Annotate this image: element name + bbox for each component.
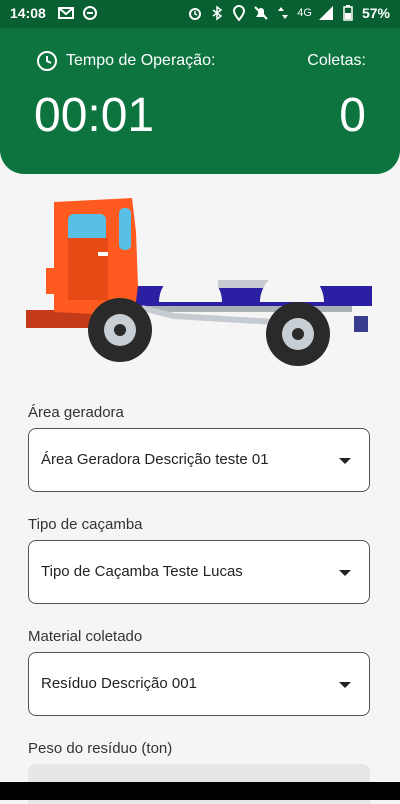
header-panel: 14:08 4G 57% Tempo de Operação: Coletas:… (0, 0, 400, 174)
tipo-cacamba-value: Tipo de Caçamba Teste Lucas (41, 563, 243, 580)
peso-residuo-label: Peso do resíduo (ton) (28, 740, 173, 757)
chevron-down-icon (339, 458, 351, 464)
network-type: 4G (297, 7, 312, 19)
app-notification-icon (83, 6, 97, 20)
chevron-down-icon (339, 682, 351, 688)
tipo-cacamba-select[interactable]: Tipo de Caçamba Teste Lucas (28, 540, 370, 604)
tipo-cacamba-label: Tipo de caçamba (28, 516, 143, 533)
system-nav-bar (0, 782, 400, 800)
operation-time-value: 00:01 (34, 89, 155, 142)
coletas-value: 0 (339, 89, 366, 142)
coletas-label: Coletas: (307, 52, 366, 69)
alarm-icon (189, 8, 202, 20)
material-coletado-value: Resíduo Descrição 001 (41, 675, 197, 692)
status-bar: 14:08 4G 57% (0, 0, 400, 28)
status-time: 14:08 (10, 5, 46, 21)
area-geradora-select[interactable]: Área Geradora Descrição teste 01 (28, 428, 370, 492)
chevron-down-icon (339, 570, 351, 576)
battery-icon (343, 5, 353, 21)
signal-icon (318, 6, 333, 20)
clock-icon (37, 51, 57, 71)
mute-icon (254, 6, 268, 20)
status-left-icons (58, 5, 98, 21)
material-coletado-label: Material coletado (28, 628, 143, 645)
location-icon (233, 5, 246, 21)
area-geradora-label: Área geradora (28, 404, 124, 421)
material-coletado-select[interactable]: Resíduo Descrição 001 (28, 652, 370, 716)
operation-time-label: Tempo de Operação: (66, 52, 216, 69)
data-arrows-icon (278, 7, 289, 19)
status-right-icons: 4G 57% (187, 5, 390, 21)
gmail-icon (58, 7, 74, 19)
battery-percent: 57% (361, 5, 390, 21)
bluetooth-icon (212, 5, 223, 21)
truck-illustration (26, 198, 372, 366)
area-geradora-value: Área Geradora Descrição teste 01 (41, 451, 269, 468)
